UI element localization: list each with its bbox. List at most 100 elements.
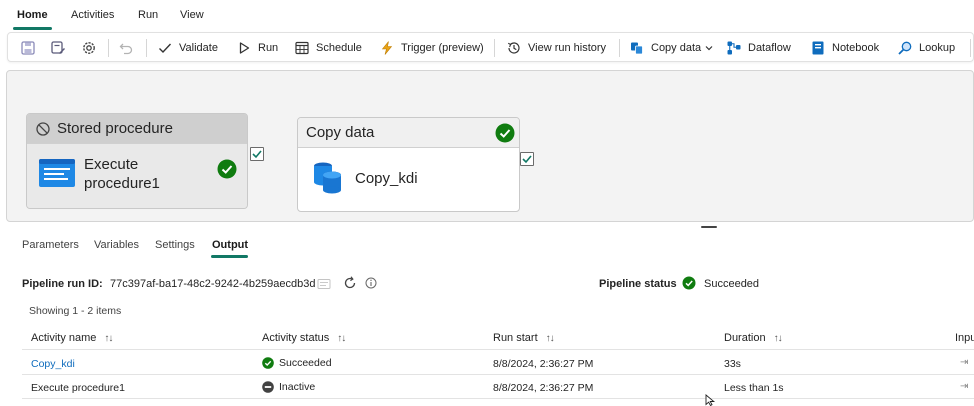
toolbar: Validate Run Schedule Trigger (preview)	[7, 32, 974, 62]
play-icon	[239, 42, 250, 54]
success-icon	[262, 357, 274, 369]
tab-view[interactable]: View	[180, 9, 204, 21]
panel-resize-handle[interactable]	[701, 226, 717, 228]
column-header-label: Duration	[724, 332, 766, 344]
save-icon	[21, 41, 35, 55]
success-icon	[217, 159, 237, 179]
refresh-icon[interactable]	[343, 276, 357, 290]
tab-settings[interactable]: Settings	[155, 239, 195, 251]
sort-icon: ↑↓	[773, 332, 783, 344]
history-icon	[507, 42, 520, 54]
column-header-activity-name[interactable]: Activity name ↑↓	[31, 332, 113, 344]
dataflow-label: Dataflow	[748, 42, 791, 54]
validate-button[interactable]: Validate	[157, 39, 218, 57]
activity-body: Execute procedure1	[27, 144, 247, 208]
duration-value: Less than 1s	[724, 382, 784, 394]
activity-header: Copy data	[298, 118, 519, 148]
activity-status: Succeeded	[262, 357, 332, 369]
notebook-button[interactable]: Notebook	[810, 39, 879, 57]
column-header-label: Activity status	[262, 332, 330, 344]
activity-copy-data[interactable]: Copy data Copy_kdi	[297, 117, 520, 212]
view-run-history-label: View run history	[528, 42, 607, 54]
tab-output[interactable]: Output	[212, 239, 248, 251]
activity-type-label: Copy data	[306, 124, 375, 141]
activity-name: Copy_kdi	[355, 170, 418, 187]
sort-icon: ↑↓	[545, 332, 555, 344]
lightning-icon	[381, 41, 393, 55]
copy-data-icon	[314, 162, 341, 194]
pipeline-status: Succeeded	[704, 278, 760, 290]
column-header-input[interactable]: Inpu	[955, 332, 974, 344]
activity-name: Execute procedure1	[84, 155, 160, 193]
save-as-button[interactable]	[50, 39, 66, 57]
checkmark-icon	[252, 150, 262, 159]
input-icon[interactable]: ⇥	[960, 357, 968, 368]
toolbar-divider	[619, 39, 620, 57]
activity-name-line1: Execute	[84, 156, 139, 173]
settings-button[interactable]	[81, 39, 97, 57]
toolbar-divider	[494, 39, 495, 57]
chevron-down-icon	[705, 46, 713, 51]
lookup-label: Lookup	[919, 42, 956, 54]
undo-button[interactable]	[118, 39, 134, 57]
column-header-activity-status[interactable]: Activity status ↑↓	[262, 332, 346, 344]
tab-home[interactable]: Home	[17, 9, 48, 21]
pipeline-status-label: Pipeline status	[599, 278, 677, 290]
mouse-cursor-icon	[705, 394, 716, 406]
column-header-duration[interactable]: Duration ↑↓	[724, 332, 783, 344]
copy-data-label: Copy data	[651, 42, 702, 54]
activity-name-text[interactable]: Execute procedure1	[31, 382, 125, 394]
inactive-icon	[262, 381, 274, 393]
validate-label: Validate	[179, 42, 218, 54]
notebook-icon	[812, 41, 824, 55]
deactivated-icon	[36, 121, 50, 136]
active-tab-indicator	[13, 27, 52, 30]
checkmark-icon	[159, 43, 172, 54]
run-start-value: 8/8/2024, 2:36:27 PM	[493, 358, 594, 370]
schedule-label: Schedule	[316, 42, 362, 54]
success-icon	[495, 123, 515, 143]
calendar-icon	[295, 41, 309, 55]
tab-parameters[interactable]: Parameters	[22, 239, 79, 251]
success-icon	[682, 276, 696, 290]
toolbar-divider	[108, 39, 109, 57]
toolbar-divider	[146, 39, 147, 57]
copy-icon[interactable]	[317, 278, 331, 290]
tab-activities[interactable]: Activities	[71, 9, 114, 21]
activity-status: Inactive	[262, 381, 315, 393]
trigger-button[interactable]: Trigger (preview)	[379, 39, 484, 57]
schedule-button[interactable]: Schedule	[294, 39, 362, 57]
pipeline-run-id: 77c397af-ba17-48c2-9242-4b259aecdb3d	[110, 278, 316, 290]
dataflow-button[interactable]: Dataflow	[726, 39, 791, 57]
lookup-button[interactable]: Lookup	[897, 39, 955, 57]
view-run-history-button[interactable]: View run history	[506, 39, 606, 57]
copy-data-icon	[631, 42, 643, 55]
column-header-label: Run start	[493, 332, 538, 344]
activity-name-link[interactable]: Copy_kdi	[31, 358, 75, 370]
checkmark-icon	[522, 155, 532, 164]
input-icon[interactable]: ⇥	[960, 381, 968, 392]
save-button[interactable]	[20, 39, 36, 57]
tab-variables[interactable]: Variables	[94, 239, 139, 251]
sort-icon: ↑↓	[337, 332, 346, 344]
activity-status-label: Inactive	[279, 381, 316, 393]
copy-data-button[interactable]: Copy data	[629, 39, 714, 57]
activity-name-line2: procedure1	[84, 175, 160, 192]
trigger-label: Trigger (preview)	[401, 42, 484, 54]
save-as-icon	[51, 41, 65, 54]
menu-bar: Home Activities Run View	[0, 0, 974, 31]
sort-icon: ↑↓	[104, 332, 113, 344]
active-tab-indicator	[211, 255, 248, 258]
activity-stored-procedure[interactable]: Stored procedure Execute procedure1	[26, 113, 248, 209]
activity-completion-checkbox[interactable]	[250, 147, 264, 161]
column-header-run-start[interactable]: Run start ↑↓	[493, 332, 555, 344]
pipeline-canvas[interactable]: Stored procedure Execute procedure1 Copy…	[6, 70, 974, 222]
run-button[interactable]: Run	[236, 39, 278, 57]
table-divider	[22, 398, 974, 399]
tab-run[interactable]: Run	[138, 9, 158, 21]
item-count: Showing 1 - 2 items	[29, 305, 122, 317]
activity-status-label: Succeeded	[279, 357, 332, 369]
info-icon[interactable]	[365, 277, 377, 289]
activity-completion-checkbox[interactable]	[520, 152, 534, 166]
gear-icon	[83, 42, 95, 54]
